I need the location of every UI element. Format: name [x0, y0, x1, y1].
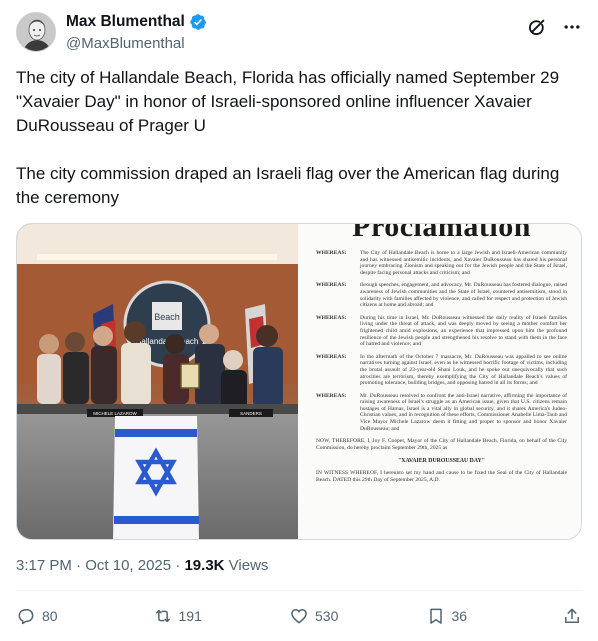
- proclamation-clause: WHEREAS: through speeches, engagement, a…: [316, 282, 568, 309]
- tweet-actions: 80 191 530 36: [16, 602, 582, 630]
- meta-separator: ·: [76, 557, 82, 574]
- views-label: Views: [228, 557, 269, 574]
- reply-icon: [18, 609, 34, 625]
- tweet-paragraph-1: The city of Hallandale Beach, Florida ha…: [16, 68, 560, 135]
- repost-icon: [155, 609, 170, 623]
- tweet-header: Max Blumenthal @MaxBlumenthal: [16, 12, 582, 56]
- proclamation-witness: IN WITNESS WHEREOF, I hereunto set my ha…: [316, 470, 567, 484]
- proclamation-title: Proclamation: [352, 224, 531, 243]
- divider: [16, 590, 582, 591]
- views-count: 19.3K: [184, 557, 225, 574]
- avatar[interactable]: [16, 12, 56, 52]
- like-button[interactable]: 530: [289, 606, 399, 626]
- tweet-meta: 3:17 PM · Oct 10, 2025 · 19.3K Views: [16, 556, 268, 576]
- bookmark-button[interactable]: 36: [426, 606, 536, 626]
- reply-count: 80: [42, 608, 58, 624]
- like-count: 530: [315, 608, 339, 624]
- repost-count: 191: [178, 608, 202, 624]
- nameplate-2: SANDERS: [240, 411, 262, 416]
- verified-badge-icon: [190, 14, 207, 30]
- ceremony-photo-illustration: Beach Hallandale Beach MICHELE LAZAROW S…: [17, 224, 298, 539]
- israeli-flag: [113, 416, 199, 539]
- proclamation-now-therefore: NOW, THEREFORE, I, Joy F. Cooper, Mayor …: [316, 438, 567, 451]
- proclamation-clause: WHEREAS: The City of Hallandale Beach is…: [316, 250, 567, 276]
- tweet-date[interactable]: Oct 10, 2025: [85, 557, 171, 574]
- proclamation-clause: WHEREAS: Mr. DuRousseau resolved to conf…: [316, 392, 567, 432]
- reply-button[interactable]: 80: [16, 606, 126, 626]
- handle[interactable]: @MaxBlumenthal: [66, 34, 207, 54]
- repost-button[interactable]: 191: [153, 606, 263, 626]
- tweet-text: The city of Hallandale Beach, Florida ha…: [16, 66, 582, 210]
- proclamation-day-name: "XAVAIER DUROUSSEAU DAY": [398, 458, 485, 465]
- tweet-time[interactable]: 3:17 PM: [16, 557, 72, 574]
- meta-separator: ·: [175, 557, 181, 574]
- proclamation-document[interactable]: Proclamation WHEREAS: The City of Hallan…: [298, 224, 581, 539]
- nameplate-1: MICHELE LAZAROW: [93, 411, 137, 416]
- grok-icon[interactable]: [526, 16, 548, 38]
- display-name[interactable]: Max Blumenthal: [66, 12, 185, 32]
- heart-icon: [291, 609, 307, 624]
- seal-text-top: Beach: [154, 312, 180, 322]
- share-button[interactable]: [562, 606, 582, 626]
- bookmark-count: 36: [451, 608, 468, 624]
- tweet-media[interactable]: Beach Hallandale Beach MICHELE LAZAROW S…: [16, 223, 582, 540]
- ceremony-photo[interactable]: Beach Hallandale Beach MICHELE LAZAROW S…: [17, 224, 298, 539]
- share-icon: [565, 608, 579, 623]
- proclamation-clause: WHEREAS: In the aftermath of the October…: [316, 353, 567, 387]
- avatar-portrait: [17, 13, 55, 51]
- proclamation-clause: WHEREAS: During his time in Israel, Mr. …: [316, 314, 567, 348]
- bookmark-icon: [429, 608, 442, 624]
- more-icon[interactable]: [562, 17, 582, 37]
- tweet-paragraph-2: The city commission draped an Israeli fl…: [16, 164, 560, 207]
